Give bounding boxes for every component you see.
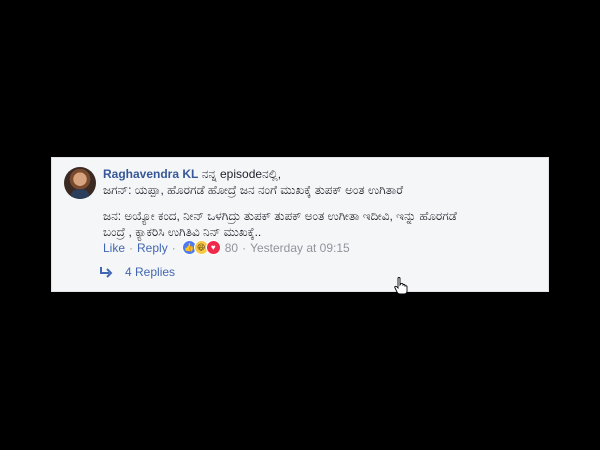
- reaction-count: 80: [224, 240, 239, 255]
- separator-dot: ·: [242, 240, 247, 255]
- hand-cursor-icon: [394, 277, 408, 295]
- comment-timestamp[interactable]: Yesterday at 09:15: [250, 241, 350, 255]
- author-name[interactable]: Raghavendra KL: [103, 167, 198, 181]
- comment-intro: ನನ್ನ episodeನಲ್ಲಿ,: [201, 167, 282, 181]
- comment-line-2: ಜನ: ಅಯ್ಯೋ ಕಂದ, ನೀನ್ ಒಳಗಿದ್ರು ತುಪಕ್ ತುಪಕ್…: [103, 209, 457, 223]
- comment-actions: Like · Reply · 👍 😆 ♥ 80 · Yesterday at 0…: [103, 240, 350, 255]
- comment-header: Raghavendra KL ನನ್ನ episodeನಲ್ಲಿ,: [103, 166, 543, 182]
- replies-label: 4 Replies: [125, 265, 176, 279]
- love-icon: ♥: [205, 240, 221, 255]
- comment-card: Raghavendra KL ನನ್ನ episodeನಲ್ಲಿ, ಜಗನ್: …: [51, 157, 549, 292]
- comment-body: Raghavendra KL ನನ್ನ episodeನಲ್ಲಿ, ಜಗನ್: …: [103, 166, 543, 240]
- reactions-summary[interactable]: 👍 😆 ♥ 80: [181, 240, 239, 255]
- like-button[interactable]: Like: [103, 241, 125, 255]
- comment-line-3: ಬಂದ್ರೆ , ಕ್ಯಾಕರಿಸಿ ಉಗಿತಿವಿ ನಿನ್ ಮುಖಕ್ಕೆ.…: [103, 225, 262, 239]
- separator-dot: ·: [129, 240, 134, 255]
- view-replies-link[interactable]: 4 Replies: [99, 265, 175, 279]
- comment-line-1: ಜಗನ್: ಯಪ್ಪಾ, ಹೊರಗಡೆ ಹೋದ್ರೆ ಜನ ನಂಗೆ ಮುಖಕ್…: [103, 183, 404, 197]
- avatar[interactable]: [64, 167, 96, 199]
- reply-arrow-icon: [100, 267, 113, 278]
- reply-button[interactable]: Reply: [137, 241, 168, 255]
- separator-dot: ·: [171, 240, 176, 255]
